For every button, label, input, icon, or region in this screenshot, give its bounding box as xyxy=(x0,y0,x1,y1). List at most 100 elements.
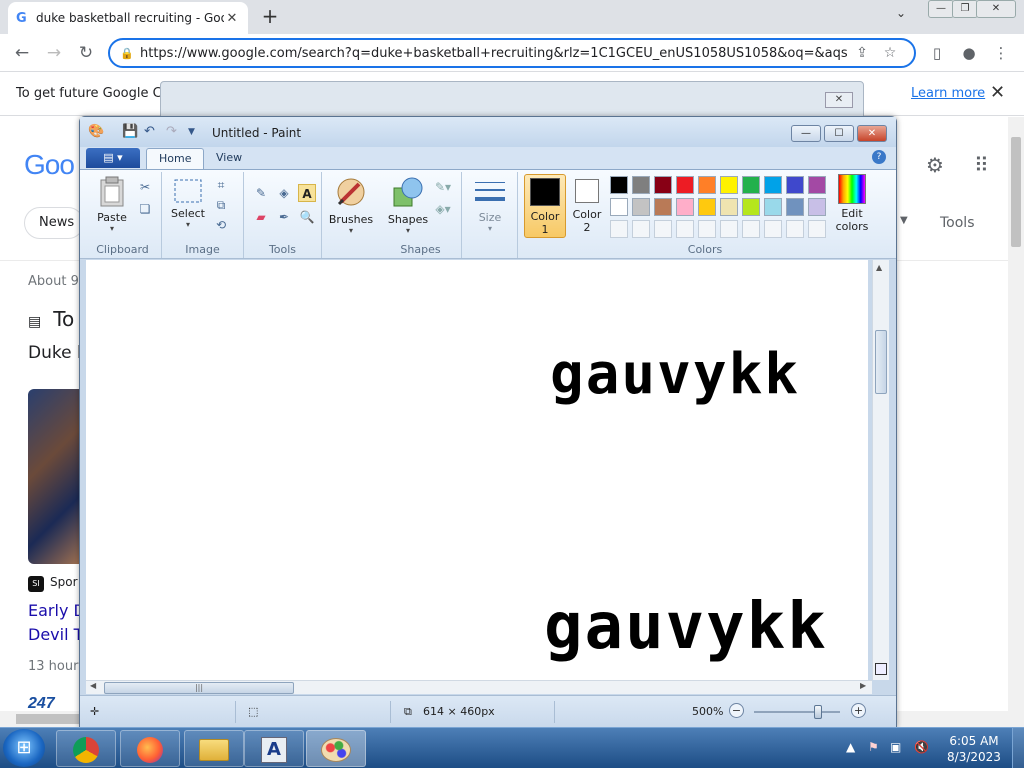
paint-close-button[interactable]: ✕ xyxy=(857,125,887,142)
zoom-slider-knob[interactable] xyxy=(814,705,822,719)
lock-icon[interactable]: 🔒 xyxy=(120,47,140,60)
palette-swatch[interactable] xyxy=(676,176,694,194)
palette-swatch[interactable] xyxy=(610,176,628,194)
resize-icon[interactable]: ⧉ xyxy=(212,196,230,214)
palette-swatch[interactable] xyxy=(786,176,804,194)
font-app-taskbar-button[interactable]: A xyxy=(244,730,304,767)
color-picker-icon[interactable]: ✒ xyxy=(275,208,293,226)
edit-colors-button[interactable]: Edit colors xyxy=(830,174,874,233)
custom-color-slot[interactable] xyxy=(698,220,716,238)
custom-color-slot[interactable] xyxy=(654,220,672,238)
palette-swatch[interactable] xyxy=(720,198,738,216)
tab-home[interactable]: Home xyxy=(146,148,205,169)
outline-icon[interactable]: ✎▾ xyxy=(434,178,452,196)
bookmark-star-icon[interactable]: ☆ xyxy=(876,45,904,61)
network-icon[interactable]: ▣ xyxy=(890,740,901,754)
zoom-in-button[interactable]: + xyxy=(851,703,866,718)
google-apps-icon[interactable]: ⠿ xyxy=(974,153,989,177)
custom-color-slot[interactable] xyxy=(808,220,826,238)
canvas-hscroll-thumb[interactable]: ||| xyxy=(104,682,294,694)
drawing-canvas[interactable]: gauvykk gauvykk xyxy=(86,260,868,680)
close-browser-button[interactable]: ✕ xyxy=(976,0,1016,18)
tab-view[interactable]: View xyxy=(204,148,254,169)
copy-icon[interactable]: ❏ xyxy=(136,200,154,218)
action-center-flag-icon[interactable]: ⚑ xyxy=(868,740,879,754)
color2-button[interactable]: Color 2 xyxy=(568,174,606,238)
address-bar[interactable]: 🔒 https://www.google.com/search?q=duke+b… xyxy=(108,38,916,68)
custom-color-slot[interactable] xyxy=(610,220,628,238)
tab-close-icon[interactable]: ✕ xyxy=(224,11,240,26)
pencil-icon[interactable]: ✎ xyxy=(252,184,270,202)
palette-swatch[interactable] xyxy=(808,198,826,216)
palette-swatch[interactable] xyxy=(632,176,650,194)
paint-file-menu-button[interactable]: ▤ ▾ xyxy=(86,148,140,168)
news-filter-chip[interactable]: News xyxy=(24,207,84,239)
select-button[interactable]: Select ▾ xyxy=(168,178,208,229)
paint-taskbar-button[interactable] xyxy=(306,730,366,767)
custom-color-slot[interactable] xyxy=(676,220,694,238)
paint-app-icon[interactable]: 🎨 xyxy=(88,124,104,139)
fill-bucket-icon[interactable]: ◈ xyxy=(275,184,293,202)
scroll-right-arrow-icon[interactable]: ▶ xyxy=(860,681,866,690)
magnifier-icon[interactable]: 🔍 xyxy=(298,208,316,226)
settings-gear-icon[interactable]: ⚙ xyxy=(926,153,944,177)
custom-color-slot[interactable] xyxy=(786,220,804,238)
profile-avatar-icon[interactable]: ● xyxy=(958,42,980,64)
palette-swatch[interactable] xyxy=(786,198,804,216)
news-link-line-1[interactable]: Early D xyxy=(28,601,86,620)
custom-color-slot[interactable] xyxy=(720,220,738,238)
show-desktop-button[interactable] xyxy=(1012,728,1024,768)
infobar-close-icon[interactable]: ✕ xyxy=(990,82,1005,103)
custom-color-slot[interactable] xyxy=(764,220,782,238)
custom-color-slot[interactable] xyxy=(742,220,760,238)
shapes-button[interactable]: Shapes ▾ xyxy=(384,176,432,235)
text-tool-icon[interactable]: A xyxy=(298,184,316,202)
size-button[interactable]: Size ▾ xyxy=(468,178,512,233)
scroll-up-arrow-icon[interactable]: ▲ xyxy=(876,263,882,272)
palette-swatch[interactable] xyxy=(742,176,760,194)
save-icon[interactable]: 💾 xyxy=(122,124,138,139)
paste-button[interactable]: Paste ▾ xyxy=(92,176,132,233)
canvas-vertical-scrollbar[interactable]: ▲ xyxy=(872,260,889,680)
minimize-browser-button[interactable]: — xyxy=(928,0,954,18)
tab-search-chevron-icon[interactable]: ⌄ xyxy=(896,6,906,20)
brushes-button[interactable]: Brushes ▾ xyxy=(328,176,374,235)
zoom-out-button[interactable]: − xyxy=(729,703,744,718)
rotate-icon[interactable]: ⟲ xyxy=(212,216,230,234)
learn-more-link[interactable]: Learn more xyxy=(911,86,985,101)
palette-swatch[interactable] xyxy=(654,198,672,216)
fill-icon[interactable]: ◈▾ xyxy=(434,200,452,218)
help-icon[interactable]: ? xyxy=(872,150,886,164)
taskbar-clock[interactable]: 6:05 AM 8/3/2023 xyxy=(944,733,1004,765)
paint-minimize-button[interactable]: — xyxy=(791,125,821,142)
back-arrow-icon[interactable]: ← xyxy=(10,42,34,64)
scroll-down-arrow-icon[interactable] xyxy=(875,663,887,675)
palette-swatch[interactable] xyxy=(610,198,628,216)
side-panel-icon[interactable]: ▯ xyxy=(926,42,948,64)
explorer-taskbar-button[interactable] xyxy=(184,730,244,767)
show-hidden-icons-chevron-icon[interactable]: ▲ xyxy=(846,740,855,754)
scroll-thumb[interactable] xyxy=(1011,137,1021,247)
reload-icon[interactable]: ↻ xyxy=(74,42,98,64)
chrome-taskbar-button[interactable] xyxy=(56,730,116,767)
palette-swatch[interactable] xyxy=(764,176,782,194)
palette-swatch[interactable] xyxy=(742,198,760,216)
paint-maximize-button[interactable]: ☐ xyxy=(824,125,854,142)
canvas-horizontal-scrollbar[interactable]: ◀ ||| ▶ xyxy=(86,680,872,694)
restore-browser-button[interactable]: ❐ xyxy=(952,0,978,18)
cut-icon[interactable]: ✂ xyxy=(136,178,154,196)
palette-swatch[interactable] xyxy=(632,198,650,216)
customize-toolbar-icon[interactable]: ▼ xyxy=(188,127,195,137)
undo-icon[interactable]: ↶ xyxy=(144,124,155,139)
palette-swatch[interactable] xyxy=(720,176,738,194)
palette-swatch[interactable] xyxy=(764,198,782,216)
tools-button[interactable]: Tools xyxy=(940,215,975,231)
eraser-icon[interactable]: ▰ xyxy=(252,208,270,226)
forward-arrow-icon[interactable]: → xyxy=(42,42,66,64)
canvas-scroll-thumb[interactable] xyxy=(875,330,887,394)
crop-icon[interactable]: ⌗ xyxy=(212,176,230,194)
share-icon[interactable]: ⇪ xyxy=(848,45,876,61)
color1-button[interactable]: Color 1 xyxy=(524,174,566,238)
dialog-close-button[interactable]: ✕ xyxy=(825,92,853,108)
browser-menu-icon[interactable]: ⋮ xyxy=(990,42,1012,64)
